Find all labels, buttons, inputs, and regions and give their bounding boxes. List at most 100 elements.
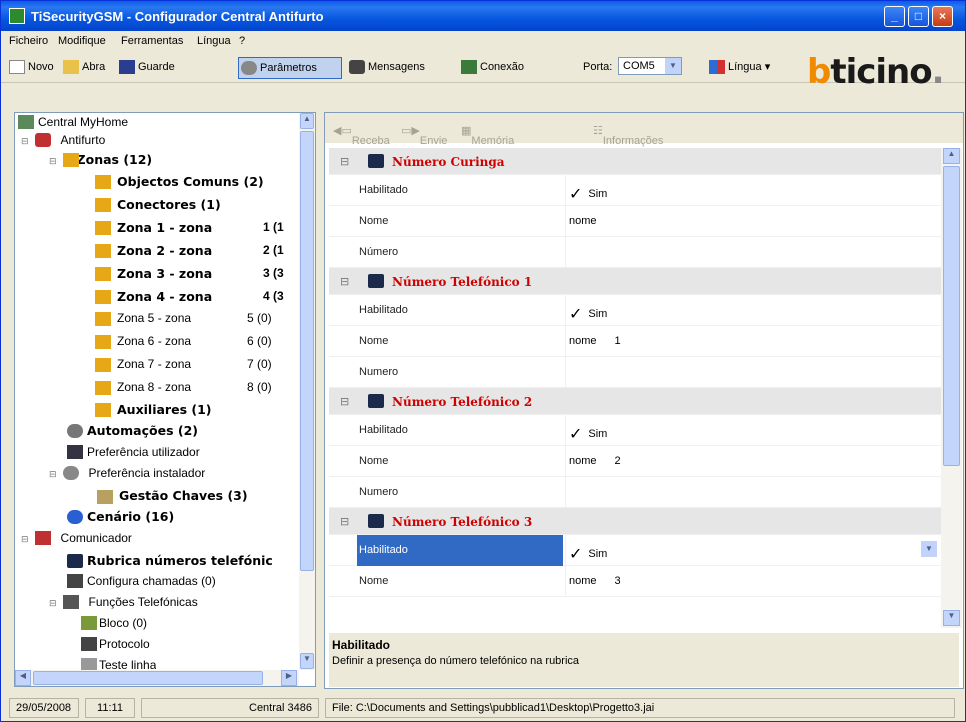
- scrollbar-thumb[interactable]: [943, 166, 960, 466]
- minimize-button[interactable]: _: [884, 6, 905, 27]
- tree-protocolo[interactable]: Protocolo: [81, 637, 150, 651]
- property-value[interactable]: nome 2: [565, 446, 941, 476]
- property-row-selected[interactable]: Habilitado ✓ Sim ▼: [329, 535, 941, 566]
- property-row[interactable]: Numero: [329, 477, 941, 508]
- tree-zone-7[interactable]: Zona 7 - zona: [95, 357, 191, 372]
- close-button[interactable]: ×: [932, 6, 953, 27]
- tree-gestao-chaves[interactable]: Gestão Chaves (3): [97, 488, 248, 504]
- dropdown-chevron-icon[interactable]: ▼: [921, 541, 937, 557]
- guarde-button[interactable]: Guarde: [117, 57, 175, 79]
- property-value[interactable]: nome 3: [565, 566, 941, 596]
- tree-zone-3[interactable]: Zona 3 - zona: [95, 266, 212, 281]
- tree-zone-4[interactable]: Zona 4 - zona: [95, 289, 212, 304]
- scroll-up-icon[interactable]: ▲: [943, 148, 960, 164]
- scroll-up-icon[interactable]: ▲: [300, 113, 314, 129]
- scrollbar-thumb[interactable]: [300, 131, 314, 571]
- value-text: nome: [569, 455, 597, 467]
- tree-conectores-label: Conectores (1): [117, 197, 221, 212]
- property-value[interactable]: [565, 237, 941, 267]
- zone-icon: [95, 312, 111, 326]
- tree-zone-2[interactable]: Zona 2 - zona: [95, 243, 212, 258]
- property-value[interactable]: ✓ Sim: [565, 295, 941, 325]
- scroll-right-icon[interactable]: ▶: [281, 670, 297, 686]
- scroll-down-icon[interactable]: ▼: [943, 610, 960, 626]
- property-value[interactable]: nome 1: [565, 326, 941, 356]
- tree-funcoes[interactable]: ⊟ Funções Telefónicas: [49, 595, 198, 609]
- tree-bloco[interactable]: Bloco (0): [81, 616, 147, 630]
- memoria-button[interactable]: ▦ Memória eventos: [461, 124, 514, 159]
- menu-ficheiro[interactable]: Ficheiro: [9, 35, 48, 47]
- tree-auxiliares[interactable]: Auxiliares (1): [95, 402, 211, 417]
- tree-horizontal-scrollbar[interactable]: ◀ ▶: [15, 670, 299, 686]
- check-icon: ✓: [569, 306, 583, 323]
- tree-zone-1[interactable]: Zona 1 - zona: [95, 220, 212, 235]
- menu-ferramentas[interactable]: Ferramentas: [121, 35, 183, 47]
- hscrollbar-thumb[interactable]: [33, 671, 263, 685]
- tree-automacoes[interactable]: Automações (2): [67, 423, 198, 438]
- abra-button[interactable]: Abra: [61, 57, 105, 79]
- tree-objectos[interactable]: Objectos Comuns (2): [95, 174, 264, 189]
- property-value[interactable]: ✓ Sim: [565, 415, 941, 445]
- collapse-icon[interactable]: ⊟: [340, 275, 349, 288]
- property-value[interactable]: nome: [565, 206, 941, 236]
- tree-pref-utilizador[interactable]: Preferência utilizador: [67, 445, 200, 459]
- call-config-icon: [67, 574, 83, 588]
- property-row[interactable]: Nome nome 1: [329, 326, 941, 357]
- tree-zone-5[interactable]: Zona 5 - zona: [95, 311, 191, 326]
- tree-zonas[interactable]: ⊟ Zonas (12): [49, 152, 152, 167]
- parametros-button[interactable]: Parâmetros: [238, 57, 342, 79]
- mensagens-button[interactable]: Mensagens: [347, 57, 425, 79]
- section-header[interactable]: ⊟ Número Curinga: [329, 148, 941, 175]
- property-value[interactable]: [565, 357, 941, 387]
- phonebook-icon: [368, 274, 384, 288]
- parametros-label: Parâmetros: [260, 62, 317, 74]
- menu-modifique[interactable]: Modifique: [58, 35, 106, 47]
- informacoes-button[interactable]: ☷ Informações: [593, 124, 663, 147]
- lingua-label: Língua: [728, 61, 762, 73]
- novo-button[interactable]: Novo: [7, 57, 54, 79]
- tree-zone-8[interactable]: Zona 8 - zona: [95, 380, 191, 395]
- tree-root[interactable]: Central MyHome: [18, 115, 128, 129]
- collapse-icon[interactable]: ⊟: [340, 395, 349, 408]
- chevron-down-icon[interactable]: ▼: [665, 58, 681, 74]
- section-header[interactable]: ⊟ Número Telefónico 3: [329, 508, 941, 535]
- menu-lingua[interactable]: Língua: [197, 35, 231, 47]
- tree-conectores[interactable]: Conectores (1): [95, 197, 221, 212]
- conexao-button[interactable]: Conexão: [459, 57, 524, 79]
- receba-button[interactable]: ◀▭ Receba: [333, 124, 390, 147]
- section-header[interactable]: ⊟ Número Telefónico 2: [329, 388, 941, 415]
- collapse-icon[interactable]: ⊟: [340, 155, 349, 168]
- porta-select[interactable]: COM5 ▼: [618, 57, 682, 75]
- envie-button[interactable]: ▭▶ Envie: [401, 124, 447, 147]
- tree-cenario[interactable]: Cenário (16): [67, 509, 174, 524]
- property-row[interactable]: Numero: [329, 357, 941, 388]
- tree-teste[interactable]: Teste linha: [81, 658, 156, 670]
- tree-zone-6[interactable]: Zona 6 - zona: [95, 334, 191, 349]
- tree-rubrica[interactable]: Rubrica números telefónic: [67, 553, 273, 568]
- grid-vertical-scrollbar[interactable]: ▲ ▼: [941, 148, 962, 628]
- property-row[interactable]: Habilitado ✓ Sim: [329, 175, 941, 206]
- property-value[interactable]: [565, 477, 941, 507]
- lingua-button[interactable]: Língua ▾: [707, 57, 770, 79]
- property-value[interactable]: ✓ Sim ▼: [565, 535, 941, 565]
- tree-vertical-scrollbar[interactable]: ▲ ▼: [299, 113, 315, 670]
- tree-comunicador[interactable]: ⊟ Comunicador: [21, 531, 132, 545]
- tree-pref-instalador[interactable]: ⊟ Preferência instalador: [49, 466, 205, 480]
- test-line-icon: [81, 658, 97, 670]
- section-header[interactable]: ⊟ Número Telefónico 1: [329, 268, 941, 295]
- tree-configura[interactable]: Configura chamadas (0): [67, 574, 216, 588]
- menu-help[interactable]: ?: [239, 35, 245, 47]
- scroll-left-icon[interactable]: ◀: [15, 670, 31, 686]
- collapse-icon[interactable]: ⊟: [340, 515, 349, 528]
- property-row[interactable]: Habilitado ✓ Sim: [329, 295, 941, 326]
- property-value[interactable]: ✓ Sim: [565, 175, 941, 205]
- property-row[interactable]: Nome nome: [329, 206, 941, 237]
- maximize-button[interactable]: □: [908, 6, 929, 27]
- window-title: TiSecurityGSM - Configurador Central Ant…: [31, 9, 324, 24]
- property-row[interactable]: Nome nome 2: [329, 446, 941, 477]
- property-row[interactable]: Habilitado ✓ Sim: [329, 415, 941, 446]
- property-row[interactable]: Nome nome 3: [329, 566, 941, 597]
- tree-antifurto[interactable]: ⊟ Antifurto: [21, 133, 105, 147]
- property-row[interactable]: Número: [329, 237, 941, 268]
- scroll-down-icon[interactable]: ▼: [300, 653, 314, 669]
